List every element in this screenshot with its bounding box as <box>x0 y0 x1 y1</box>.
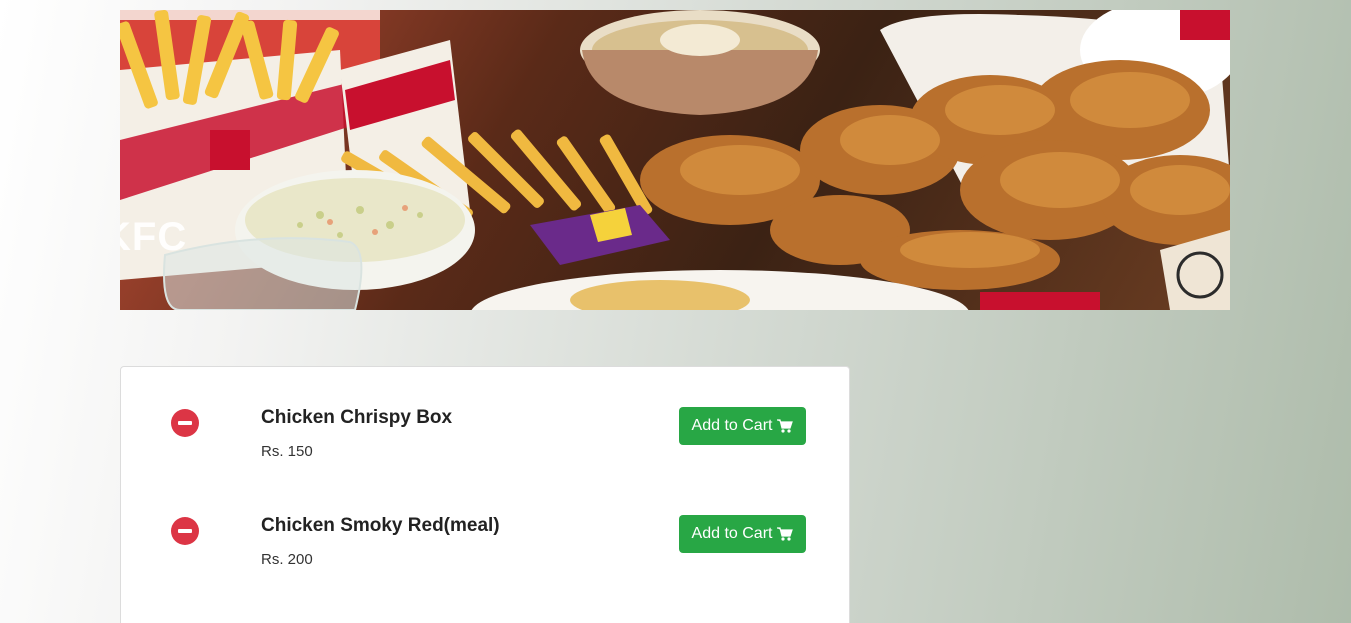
item-price: Rs. 150 <box>261 443 313 460</box>
shopping-cart-icon <box>777 527 794 541</box>
add-to-cart-label: Add to Cart <box>691 525 773 542</box>
minus-circle-icon[interactable] <box>171 517 199 545</box>
list-item: Chicken Smoky Red(meal) Rs. 200 Add to C… <box>121 495 849 575</box>
add-to-cart-button[interactable]: Add to Cart <box>679 515 806 553</box>
add-to-cart-button[interactable]: Add to Cart <box>679 407 806 445</box>
item-price: Rs. 200 <box>261 551 313 568</box>
menu-list: Chicken Chrispy Box Rs. 150 Add to Cart … <box>120 366 850 623</box>
minus-circle-icon[interactable] <box>171 409 199 437</box>
item-name: Chicken Smoky Red(meal) <box>261 515 500 536</box>
list-item: Chicken Chrispy Box Rs. 150 Add to Cart <box>121 387 849 467</box>
item-name: Chicken Chrispy Box <box>261 407 453 428</box>
hero-banner-image: KFC <box>120 10 1230 310</box>
shopping-cart-icon <box>777 419 794 433</box>
add-to-cart-label: Add to Cart <box>691 417 773 434</box>
banner-brand-text: KFC <box>120 215 188 259</box>
food-photo <box>120 10 1230 310</box>
